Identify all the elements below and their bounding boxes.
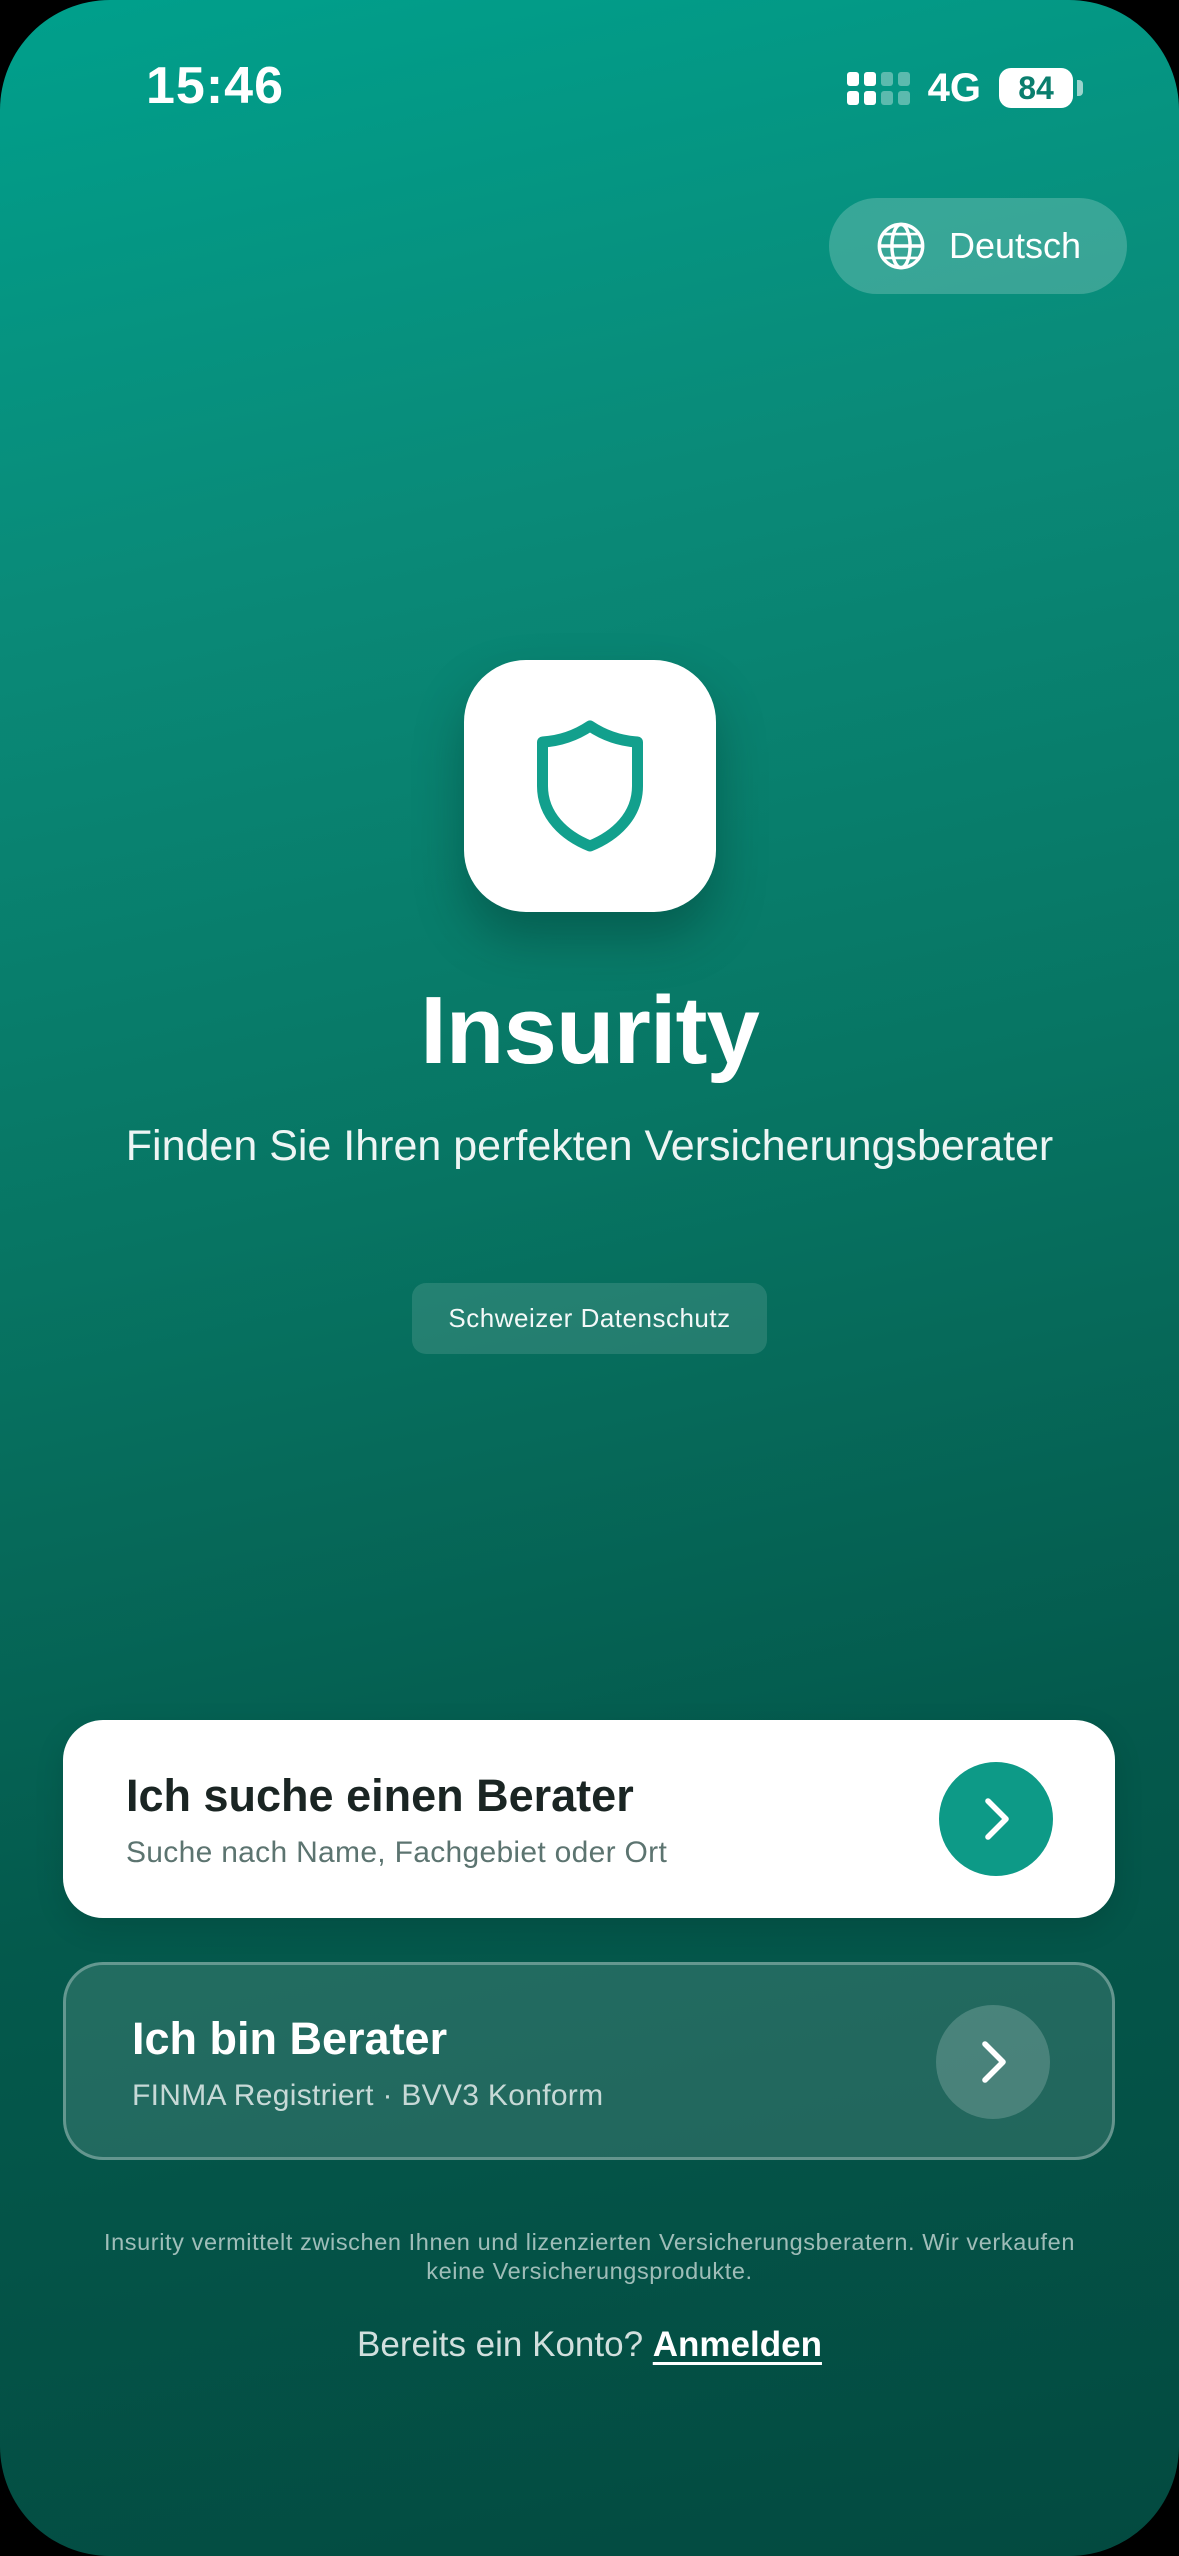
language-button[interactable]: Deutsch [829, 198, 1127, 294]
battery-icon: 84 [999, 68, 1073, 108]
find-advisor-subtitle: Suche nach Name, Fachgebiet oder Ort [126, 1836, 668, 1869]
network-type: 4G [927, 65, 981, 110]
chevron-right-icon [985, 1798, 1009, 1840]
login-link[interactable]: Anmelden [653, 2325, 822, 2364]
privacy-badge: Schweizer Datenschutz [412, 1283, 767, 1354]
advisor-arrow-button[interactable] [936, 2005, 1050, 2119]
app-tagline: Finden Sie Ihren perfekten Versicherungs… [125, 1122, 1054, 1170]
chevron-right-icon [982, 2041, 1006, 2083]
status-time: 15:46 [146, 57, 284, 115]
advisor-card[interactable]: Ich bin Berater FINMA Registriert · BVV3… [63, 1962, 1115, 2160]
app-title: Insurity [420, 977, 760, 1084]
advisor-subtitle: FINMA Registriert · BVV3 Konform [132, 2079, 604, 2112]
welcome-screen: 15:46 4G 84 Deutsch Insurity Finden Sie … [0, 0, 1179, 2556]
status-indicators: 4G 84 [846, 62, 1083, 114]
signal-icon [846, 71, 910, 105]
login-prompt-row: Bereits ein Konto? Anmelden [0, 2325, 1179, 2365]
globe-icon [877, 222, 925, 270]
app-logo [464, 660, 716, 912]
find-advisor-title: Ich suche einen Berater [126, 1770, 634, 1821]
find-advisor-card[interactable]: Ich suche einen Berater Suche nach Name,… [63, 1720, 1115, 1918]
login-prompt: Bereits ein Konto? [357, 2325, 644, 2364]
advisor-title: Ich bin Berater [132, 2013, 448, 2064]
find-advisor-arrow-button[interactable] [939, 1762, 1053, 1876]
shield-icon [537, 720, 643, 852]
battery-level: 84 [1018, 69, 1054, 106]
battery-cap [1077, 80, 1083, 96]
disclaimer-text: Insurity vermittelt zwischen Ihnen und l… [103, 2229, 1076, 2284]
language-label: Deutsch [948, 225, 1082, 266]
